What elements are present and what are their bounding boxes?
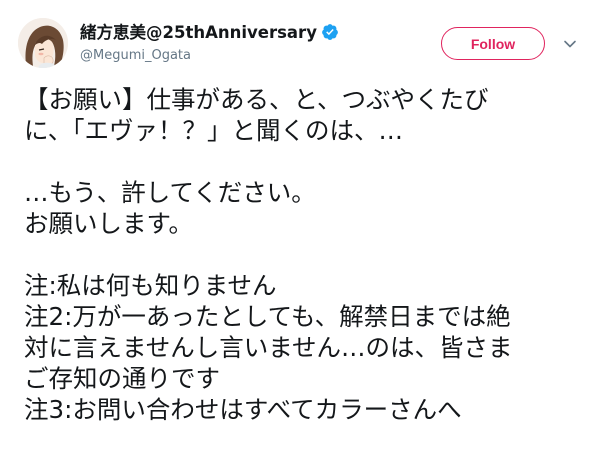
follow-button-label: Follow (470, 35, 516, 52)
tweet-line: お願いします。 (24, 209, 194, 238)
chevron-down-icon[interactable] (562, 36, 578, 52)
tweet-line: …もう、許してください。 (24, 178, 316, 207)
tweet-line: ご存知の通りです (24, 364, 220, 393)
tweet-card: 緒方恵美@25thAnniversary @Megumi_Ogata Follo… (0, 0, 607, 455)
tweet-line: 注2:万が一あったとしても、解禁日までは絶 (24, 302, 511, 331)
avatar-illustration (18, 18, 68, 68)
avatar[interactable] (18, 18, 68, 68)
tweet-line: 注3:お問い合わせはすべてカラーさんへ (24, 395, 462, 424)
display-name[interactable]: 緒方恵美@25thAnniversary (80, 22, 339, 47)
tweet-text: 【お願い】仕事がある、と、つぶやくたび に、「エヴァ！？」と聞くのは、… …もう… (24, 84, 594, 425)
display-name-text: 緒方恵美@25thAnniversary (80, 23, 317, 42)
verified-badge-icon (321, 23, 339, 47)
tweet-line: 対に言えませんし言いません…のは、皆さま (24, 333, 513, 362)
tweet-line: 注:私は何も知りません (24, 271, 277, 300)
tweet-line: 【お願い】仕事がある、と、つぶやくたび (24, 85, 489, 114)
tweet-line: に、「エヴァ！？」と聞くのは、… (24, 116, 404, 145)
handle[interactable]: @Megumi_Ogata (80, 47, 191, 65)
follow-button[interactable]: Follow (441, 27, 545, 60)
